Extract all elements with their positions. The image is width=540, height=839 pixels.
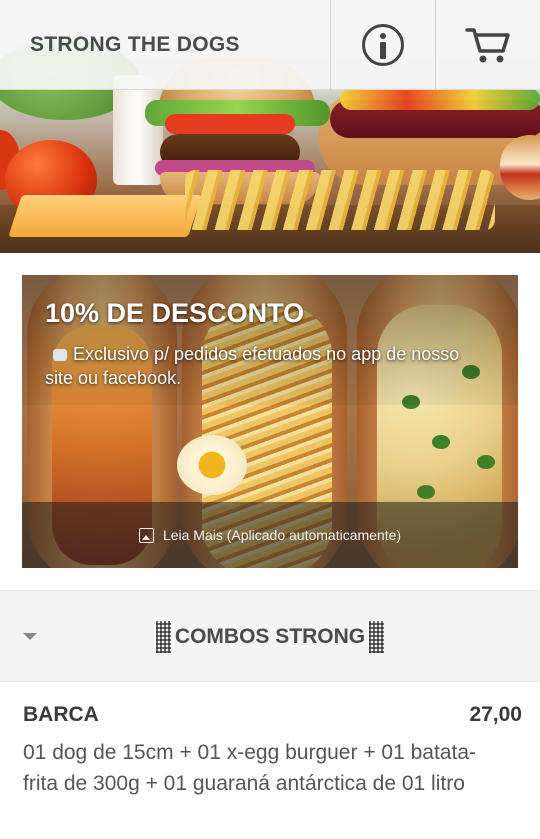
promo-description: Exclusivo p/ pedidos efetuados no app de… — [45, 344, 460, 388]
product-price: 27,00 — [469, 703, 522, 726]
promo-heading: 10% DE DESCONTO — [45, 298, 305, 328]
cart-icon — [465, 28, 510, 63]
read-more-label: Leia Mais (Aplicado automaticamente) — [162, 527, 402, 543]
app-header: STRONG THE DOGS — [0, 0, 540, 90]
info-button[interactable] — [331, 0, 435, 90]
image-icon — [138, 527, 154, 543]
read-more-button[interactable]: Leia Mais (Aplicado automaticamente) — [22, 502, 518, 568]
cart-button[interactable] — [436, 0, 540, 90]
pattern-decoration-left — [155, 621, 171, 653]
info-icon — [362, 24, 404, 66]
pattern-decoration-right — [369, 621, 385, 653]
promo-banner[interactable]: 10% DE DESCONTO Exclusivo p/ pedidos efe… — [22, 275, 518, 568]
category-header[interactable]: COMBOS STRONG — [0, 590, 540, 682]
product-item[interactable]: BARCA 27,00 01 dog de 15cm + 01 x-egg bu… — [0, 683, 540, 839]
product-name: BARCA — [23, 703, 99, 726]
pushpin-icon — [53, 349, 67, 362]
product-description: 01 dog de 15cm + 01 x-egg burguer + 01 b… — [23, 741, 476, 795]
category-title: COMBOS STRONG — [174, 625, 366, 648]
store-title: STRONG THE DOGS — [30, 33, 240, 56]
